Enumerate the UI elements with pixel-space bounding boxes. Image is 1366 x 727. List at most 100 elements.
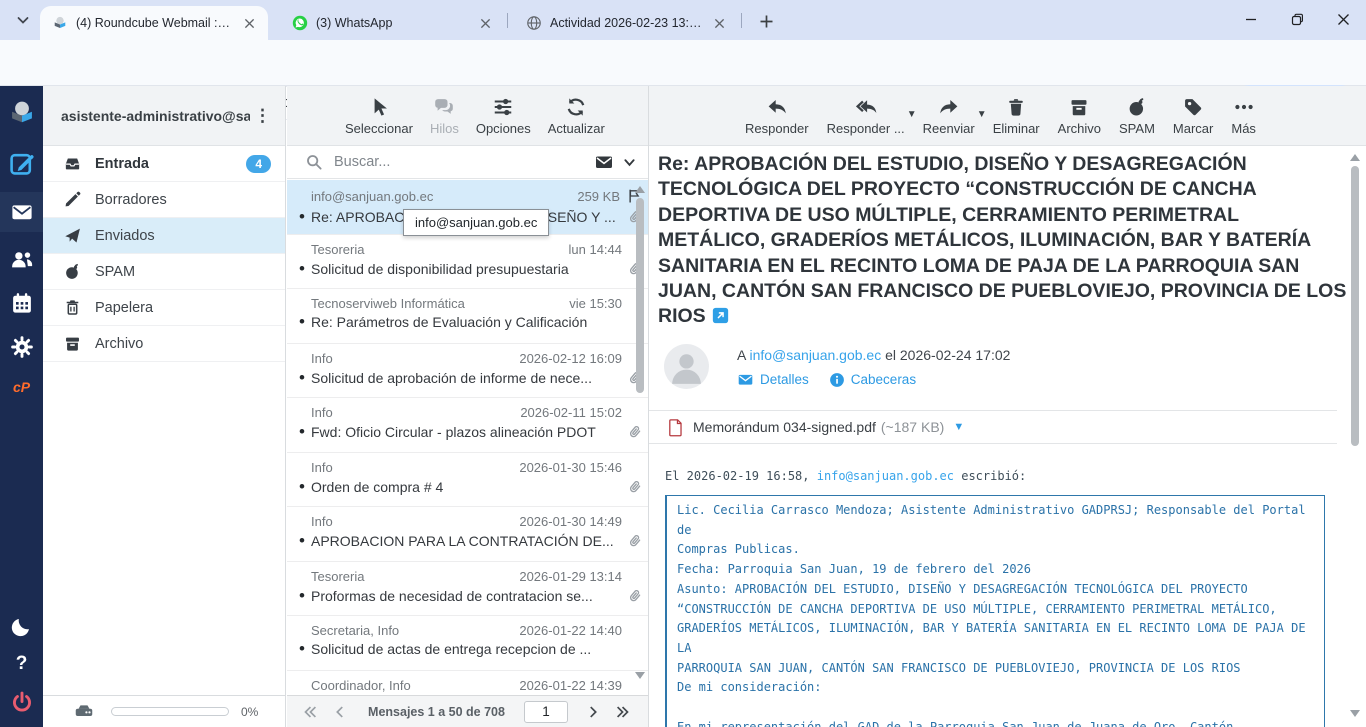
rail-contacts-button[interactable] <box>0 240 43 278</box>
close-window-button[interactable] <box>1320 0 1366 38</box>
list-toolbar: Seleccionar Hilos Opciones Actualizar <box>287 86 648 146</box>
pencil-icon <box>63 190 82 209</box>
dark-mode-button[interactable] <box>0 607 43 645</box>
tab-close-button[interactable] <box>477 15 494 32</box>
sidebar-folder-entrada[interactable]: Entrada4 <box>43 146 285 182</box>
message-row[interactable]: Info2026-02-12 16:09•Solicitud de aproba… <box>287 344 648 399</box>
dropdown-caret-icon[interactable]: ▼ <box>977 109 987 120</box>
attachment-size: (~187 KB) <box>881 419 944 435</box>
trashline-icon <box>63 298 82 317</box>
rail-settings-button[interactable] <box>0 328 43 366</box>
details-link[interactable]: Detalles <box>737 371 809 388</box>
new-tab-button[interactable] <box>754 9 778 33</box>
more-icon <box>1233 96 1255 118</box>
message-date: 2026-01-22 14:40 <box>519 623 622 638</box>
message-row[interactable]: Info2026-01-30 15:46•Orden de compra # 4 <box>287 453 648 508</box>
contacts-icon <box>9 246 35 272</box>
message-subject-preview: Re: Parámetros de Evaluación y Calificac… <box>311 314 622 330</box>
message-forward-button[interactable]: Reenviar▼ <box>923 96 975 136</box>
folder-menu-icon[interactable]: ⋮ <box>250 106 275 126</box>
clip-icon <box>626 423 644 441</box>
headers-link[interactable]: Cabeceras <box>829 372 916 388</box>
message-archive-button[interactable]: Archivo <box>1058 96 1101 136</box>
quoted-sender-link[interactable]: info@sanjuan.gob.ec <box>817 469 954 483</box>
message-more-button[interactable]: Más <box>1231 96 1256 136</box>
previous-page-button[interactable] <box>325 703 355 721</box>
search-scope-mail-icon[interactable] <box>594 152 614 172</box>
maximize-button[interactable] <box>1274 0 1320 38</box>
sidebar-folder-spam[interactable]: SPAM <box>43 254 285 290</box>
message-subject-preview: Orden de compra # 4 <box>311 479 626 495</box>
message-row[interactable]: Secretaria, Info2026-01-22 14:40•Solicit… <box>287 616 648 671</box>
first-page-button[interactable] <box>295 703 325 721</box>
restore-icon <box>1291 13 1304 26</box>
trash-icon <box>1005 96 1027 118</box>
search-input[interactable] <box>334 154 594 170</box>
help-button[interactable]: ? <box>0 645 43 683</box>
tab-close-button[interactable] <box>241 15 258 32</box>
message-junk-button[interactable]: SPAM <box>1119 96 1155 136</box>
message-row[interactable]: Info2026-02-11 15:02•Fwd: Oficio Circula… <box>287 398 648 453</box>
search-options-chevron-icon[interactable] <box>623 156 636 169</box>
browser-tab[interactable]: Actividad 2026-02-23 13:00:00 <box>514 6 738 40</box>
last-page-button[interactable] <box>608 703 638 721</box>
search-bar[interactable] <box>287 146 648 179</box>
tab-close-button[interactable] <box>711 15 728 32</box>
message-date: 2026-02-12 16:09 <box>519 351 622 366</box>
quoted-text: Lic. Cecilia Carrasco Mendoza; Asistente… <box>665 495 1325 727</box>
archive-icon <box>1068 96 1090 118</box>
list-refresh-button[interactable]: Actualizar <box>548 96 605 136</box>
page-number-input[interactable] <box>524 701 568 723</box>
message-replyall-button[interactable]: Responder ...▼ <box>827 96 905 136</box>
message-sender: info@sanjuan.gob.ec <box>311 189 569 204</box>
account-header[interactable]: asistente-administrativo@sa... ⋮ <box>43 86 285 146</box>
minimize-button[interactable] <box>1228 0 1274 38</box>
browser-tab[interactable]: (3) WhatsApp <box>280 6 504 40</box>
reader-scroll-up-icon[interactable] <box>1350 154 1360 161</box>
rail-calendar-button[interactable] <box>0 284 43 322</box>
list-scroll-up-icon[interactable] <box>635 186 645 193</box>
list-scrollbar[interactable] <box>636 198 644 393</box>
list-scroll-down-icon[interactable] <box>635 672 645 679</box>
rail-cpanel-button[interactable]: cP <box>0 368 43 406</box>
attachment-clip-icon <box>626 532 644 550</box>
message-trash-button[interactable]: Eliminar <box>993 96 1040 136</box>
message-tag-button[interactable]: Marcar <box>1173 96 1213 136</box>
archive-icon <box>63 334 82 353</box>
recipient-email-link[interactable]: info@sanjuan.gob.ec <box>749 347 881 363</box>
attachment-row[interactable]: Memorándum 034-signed.pdf (~187 KB) ▼ <box>649 410 1337 444</box>
logout-button[interactable] <box>0 683 43 721</box>
tab-search-button[interactable] <box>10 8 36 32</box>
list-threads-button[interactable]: Hilos <box>430 96 459 136</box>
open-in-new-window-icon[interactable] <box>712 307 729 324</box>
sidebar-folder-borradores[interactable]: Borradores <box>43 182 285 218</box>
message-row[interactable]: Tecnoserviweb Informáticavie 15:30•Re: P… <box>287 289 648 344</box>
storage-progress-bar <box>111 707 229 716</box>
compose-button[interactable] <box>0 144 43 182</box>
unread-dot-icon: • <box>299 534 311 548</box>
sidebar-folder-enviados[interactable]: Enviados <box>43 218 285 254</box>
browser-tab[interactable]: (4) Roundcube Webmail :: Envia <box>40 6 268 40</box>
unread-count-badge: 4 <box>246 155 271 173</box>
rail-mail-button[interactable] <box>0 192 43 232</box>
sidebar-folder-papelera[interactable]: Papelera <box>43 290 285 326</box>
tab-separator <box>507 13 508 28</box>
attachment-name: Memorándum 034-signed.pdf <box>693 419 876 435</box>
sidebar-folder-archivo[interactable]: Archivo <box>43 326 285 362</box>
app-rail: cP ? <box>0 86 43 727</box>
message-row[interactable]: Tesorerialun 14:44•Solicitud de disponib… <box>287 235 648 290</box>
message-reply-button[interactable]: Responder <box>745 96 809 136</box>
message-row[interactable]: Info2026-01-30 14:49•APROBACION PARA LA … <box>287 507 648 562</box>
list-pointer-button[interactable]: Seleccionar <box>345 96 413 136</box>
dropdown-caret-icon[interactable]: ▼ <box>907 109 917 120</box>
attachment-menu-icon[interactable]: ▼ <box>953 421 964 433</box>
roundcube-logo <box>0 94 43 132</box>
reader-scrollbar[interactable] <box>1351 166 1359 446</box>
unread-dot-icon: • <box>299 315 311 329</box>
list-options-button[interactable]: Opciones <box>476 96 531 136</box>
roundcube-logo-icon <box>7 98 37 128</box>
message-row[interactable]: Tesoreria2026-01-29 13:14•Proformas de n… <box>287 562 648 617</box>
reader-scroll-down-icon[interactable] <box>1350 710 1360 717</box>
window-controls <box>1228 0 1366 38</box>
next-page-button[interactable] <box>578 703 608 721</box>
